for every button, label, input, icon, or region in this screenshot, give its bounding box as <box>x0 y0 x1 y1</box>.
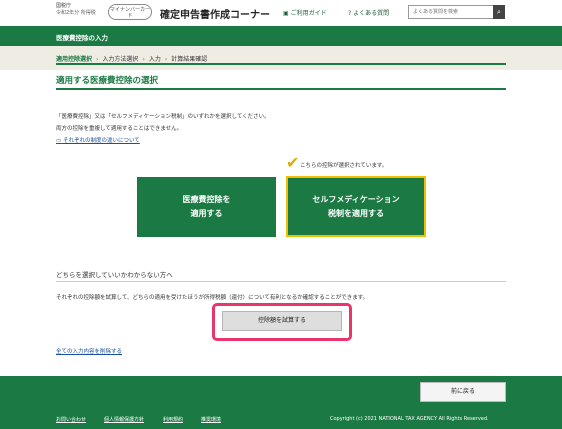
faq-link[interactable]: ? よくある質問 <box>348 8 389 17</box>
calculate-deduction-button[interactable]: 控除額を試算する <box>222 311 342 331</box>
selected-note: こちらの控除が選択されています。 <box>300 163 388 169</box>
faq-search-input[interactable] <box>408 5 504 19</box>
step-item: 計算結果確認 <box>171 56 208 63</box>
back-button[interactable]: 前に戻る <box>420 382 506 402</box>
footer-link-privacy[interactable]: 個人情報保護方針 <box>104 416 144 423</box>
tax-year: 令和2年分 所得税 <box>56 10 96 16</box>
description-line: 両方の控除を重複して適用することはできません。 <box>56 126 183 132</box>
page-title: 適用する医療費控除の選択 <box>56 76 159 86</box>
window-icon: ▭ <box>56 138 62 144</box>
top-header: 国税庁 令和2年分 所得税 マイナンバーカード 確定申告書作成コーナー ▣ ご利… <box>0 0 562 26</box>
apply-medical-deduction-button[interactable]: 医療費控除を 適用する <box>137 177 276 237</box>
title-divider <box>56 88 506 90</box>
question-icon: ? <box>348 10 352 17</box>
section-title: 医療費控除の入力 <box>56 34 108 42</box>
chevron-right-icon: › <box>164 56 168 63</box>
footer-link-environment[interactable]: 推奨環境 <box>201 416 221 423</box>
apply-self-medication-button[interactable]: セルフメディケーション 税制を適用する <box>286 176 426 237</box>
description-line: 「医療費控除」又は「セルフメディケーション税制」のいずれかを選択してください。 <box>56 114 270 120</box>
footer-link-terms[interactable]: 利用規約 <box>163 416 183 423</box>
step-progress-line <box>56 63 506 65</box>
step-item: 入力方法選択 <box>102 56 139 63</box>
difference-link[interactable]: ▭ それぞれの制度の違いについて <box>56 136 140 144</box>
unsure-heading: どちらを選択していいかわからない方へ <box>56 271 173 279</box>
breadcrumb: 適用控除選択 › 入力方法選択 › 入力 › 計算結果確認 <box>56 54 207 63</box>
clear-all-link[interactable]: 全ての入力内容を削除する <box>56 347 122 355</box>
guide-link[interactable]: ▣ ご利用ガイド <box>283 8 327 17</box>
section-divider <box>56 281 506 282</box>
step-item: 入力 <box>148 56 161 63</box>
copyright: Copyright (c) 2021 NATIONAL TAX AGENCY A… <box>330 416 489 422</box>
book-icon: ▣ <box>283 10 289 17</box>
search-button[interactable]: ⌕ <box>493 5 505 19</box>
chevron-right-icon: › <box>96 56 99 63</box>
unsure-description: それぞれの控除額を試算して、どちらの適用を受けたほうが所得税額（還付）について有… <box>56 295 369 301</box>
step-current: 適用控除選択 <box>56 56 93 63</box>
footer-link-contact[interactable]: お問い合わせ <box>56 416 86 423</box>
agency-logo[interactable]: 国税庁 令和2年分 所得税 <box>56 3 96 17</box>
site-title[interactable]: 確定申告書作成コーナー <box>160 6 270 21</box>
agency-name: 国税庁 <box>56 3 72 9</box>
mynumber-card-badge[interactable]: マイナンバーカード <box>108 4 152 20</box>
section-bar: 医療費控除の入力 <box>0 26 562 46</box>
chevron-right-icon: › <box>142 56 145 63</box>
search-icon: ⌕ <box>497 8 501 16</box>
